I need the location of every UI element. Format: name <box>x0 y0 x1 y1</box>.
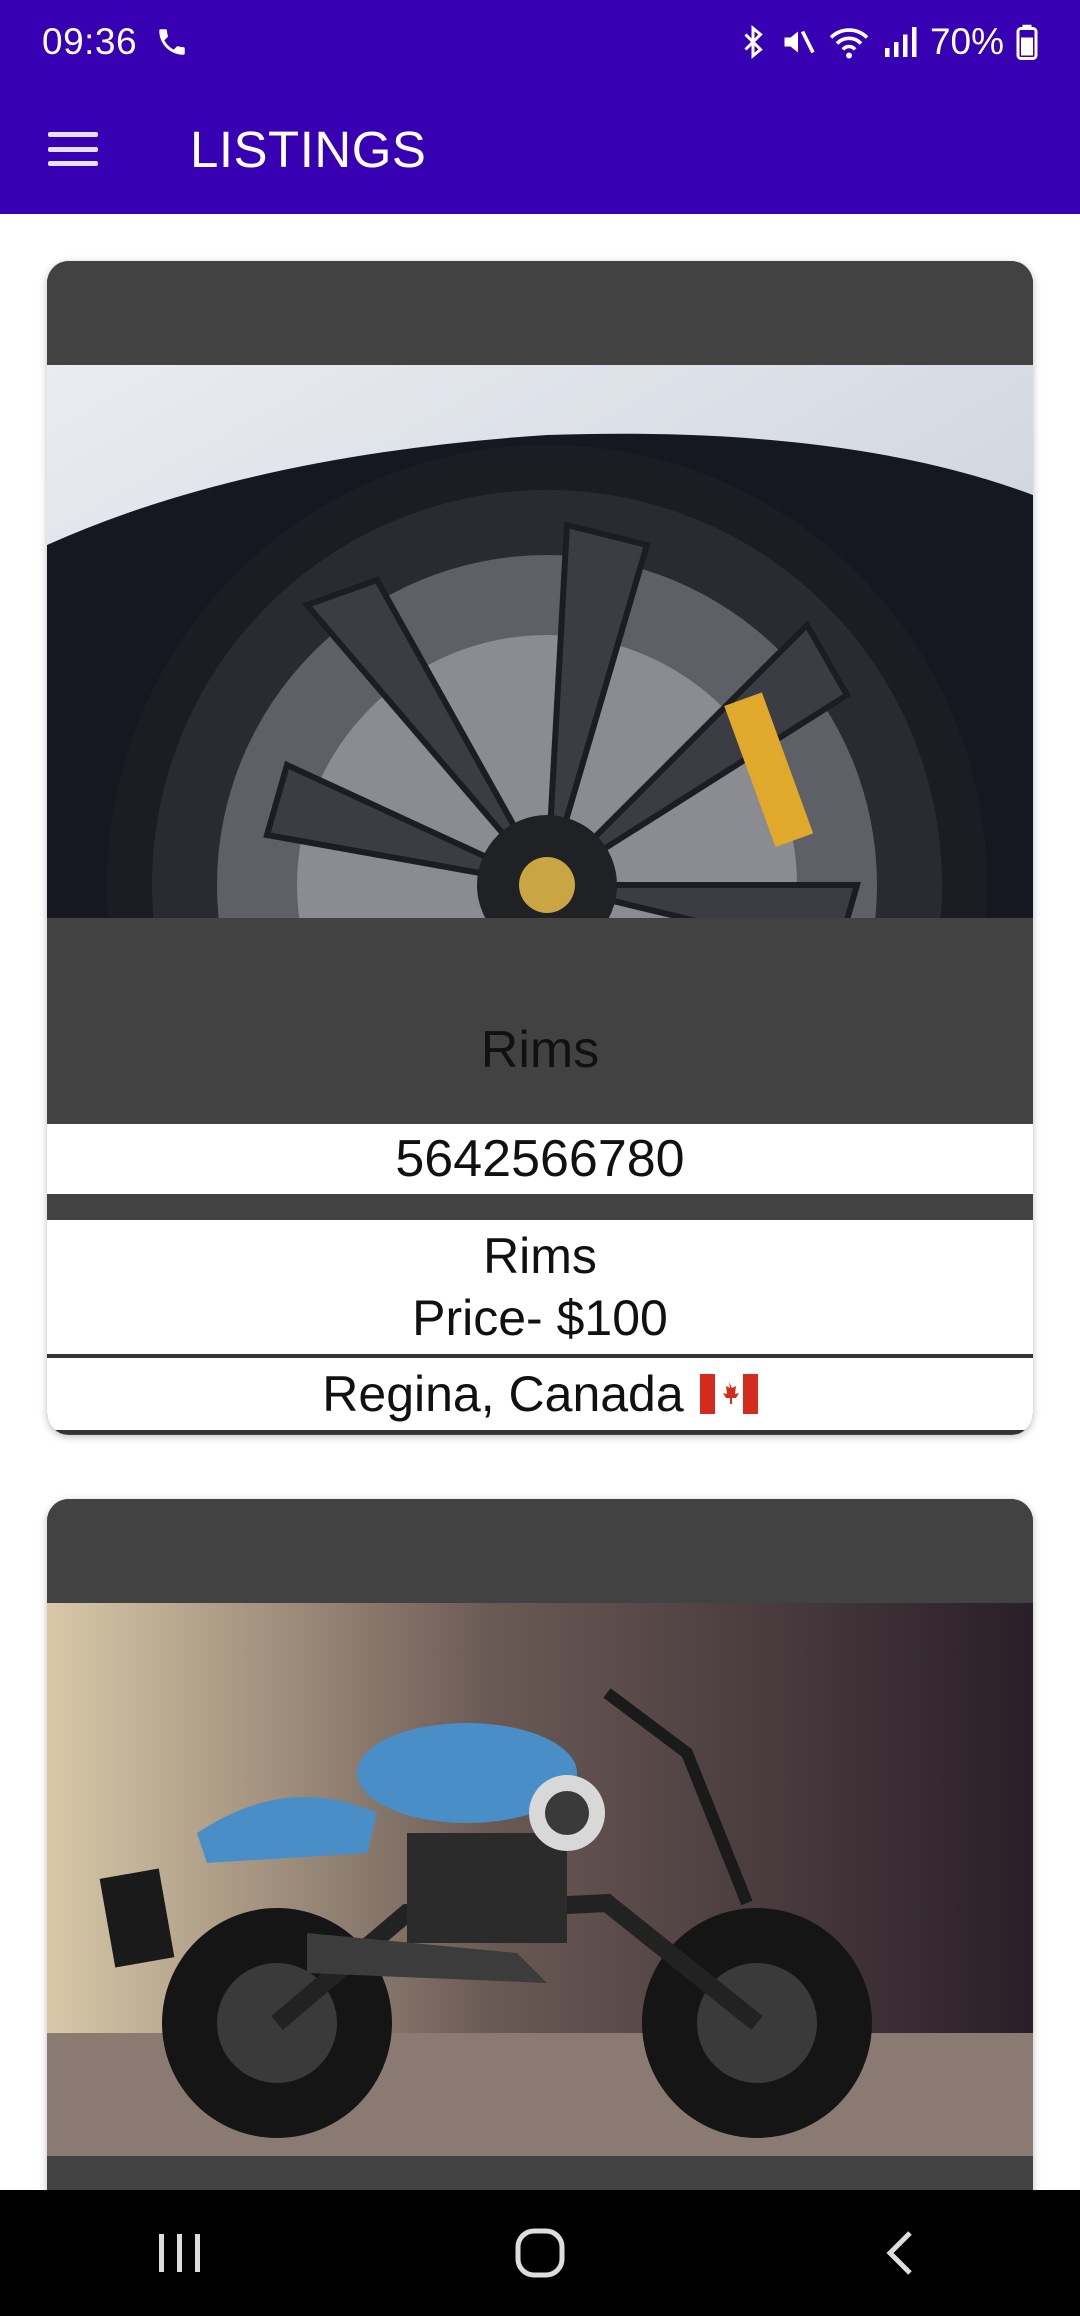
listing-name: Rims <box>480 1021 600 1079</box>
listing-location: Regina, Canada <box>322 1366 684 1422</box>
listing-card[interactable]: Rims 5642566780 Rims Price- $100 Regina,… <box>47 261 1033 1435</box>
listing-card[interactable] <box>47 1499 1033 2190</box>
navigation-bar <box>0 2190 1080 2316</box>
signal-icon <box>882 24 918 60</box>
status-time: 09:36 <box>42 21 138 62</box>
app-bar: LISTINGS <box>0 84 1080 214</box>
recent-apps-icon[interactable] <box>120 2203 240 2303</box>
wifi-icon <box>828 24 870 60</box>
home-icon[interactable] <box>480 2203 600 2303</box>
listing-price: Price- $100 <box>412 1290 668 1346</box>
card-header-band <box>47 261 1033 365</box>
battery-icon <box>1016 24 1038 60</box>
listing-location-row: Regina, Canada <box>47 1358 1033 1434</box>
hamburger-menu-icon[interactable] <box>48 132 98 166</box>
listings-list[interactable]: Rims 5642566780 Rims Price- $100 Regina,… <box>0 214 1080 2190</box>
wheel-rim-photo <box>47 365 1033 918</box>
mute-icon <box>780 24 816 60</box>
back-icon[interactable] <box>840 2203 960 2303</box>
motorcycle-photo <box>47 1603 1033 2156</box>
page-title: LISTINGS <box>190 120 427 178</box>
listing-description-title: Rims <box>483 1228 597 1284</box>
canada-flag-icon <box>699 1374 758 1414</box>
card-divider-band <box>47 1194 1033 1220</box>
listing-description: Rims Price- $100 <box>47 1220 1033 1358</box>
listing-phone[interactable]: 5642566780 <box>47 1124 1033 1194</box>
bluetooth-icon <box>738 24 768 60</box>
status-bar: 09:36 70% <box>0 0 1080 84</box>
battery-percent: 70% <box>929 21 1004 62</box>
card-header-band <box>47 1499 1033 1603</box>
phone-icon <box>155 25 189 59</box>
